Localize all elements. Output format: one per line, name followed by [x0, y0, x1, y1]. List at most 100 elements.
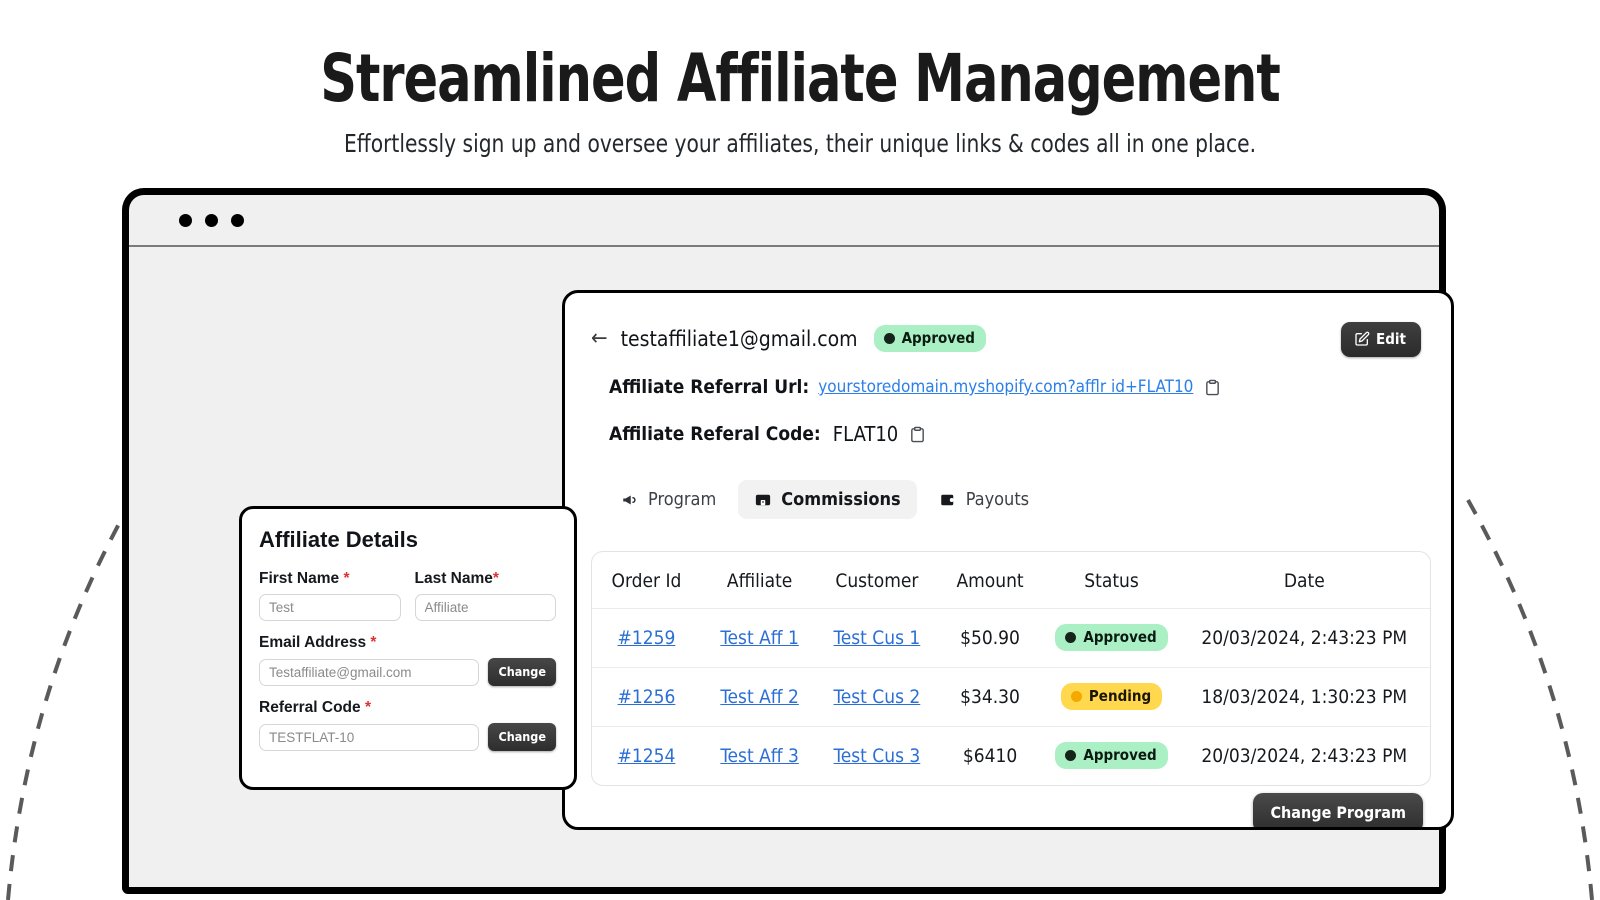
window-dot-2[interactable] [205, 214, 218, 227]
edit-button-label: Edit [1376, 330, 1406, 348]
email-input-row: Change [259, 658, 556, 686]
affiliate-link[interactable]: Test Aff 3 [720, 745, 799, 767]
required-asterisk: * [370, 634, 376, 651]
required-asterisk: * [493, 570, 499, 587]
copy-url-icon[interactable] [1204, 379, 1221, 396]
customer-link[interactable]: Test Cus 3 [834, 745, 921, 767]
affiliate-link[interactable]: Test Aff 2 [720, 686, 799, 708]
cell-amount: $34.30 [936, 668, 1045, 727]
row-status-badge: Approved [1055, 742, 1167, 769]
table-row: #1259 Test Aff 1 Test Cus 1 $50.90 Appro… [592, 609, 1430, 668]
referral-code-field-label: Referral Code * [259, 699, 556, 717]
affiliate-tabs: Program Commissions Payouts [565, 480, 1451, 519]
cell-order-id: #1259 [592, 609, 701, 668]
row-status-badge: Approved [1055, 624, 1167, 651]
cell-customer: Test Cus 3 [818, 727, 935, 786]
required-asterisk: * [343, 570, 349, 587]
cell-status: Approved [1045, 609, 1179, 668]
edit-button[interactable]: Edit [1341, 322, 1421, 357]
affiliate-detail-card: ← testaffiliate1@gmail.com Approved Edit… [562, 290, 1454, 830]
affiliate-details-form-card: Affiliate Details First Name * Last Name… [239, 506, 577, 790]
table-body: #1259 Test Aff 1 Test Cus 1 $50.90 Appro… [592, 609, 1430, 786]
email-change-button[interactable]: Change [488, 658, 556, 686]
required-asterisk: * [365, 699, 371, 716]
col-header-order-id: Order Id [592, 552, 701, 609]
tab-payouts-label: Payouts [966, 489, 1029, 510]
col-header-date: Date [1179, 552, 1430, 609]
referral-url-link[interactable]: yourstoredomain.myshopify.com?afflr id+F… [818, 377, 1193, 397]
status-dot-icon [1071, 691, 1082, 702]
commissions-table: Order Id Affiliate Customer Amount Statu… [592, 552, 1430, 785]
email-input[interactable] [259, 659, 479, 686]
first-name-field-group: First Name * [259, 570, 401, 621]
col-header-amount: Amount [936, 552, 1045, 609]
customer-link[interactable]: Test Cus 2 [834, 686, 921, 708]
tab-commissions[interactable]: Commissions [738, 480, 916, 519]
order-id-link[interactable]: #1259 [618, 627, 676, 649]
order-id-link[interactable]: #1256 [618, 686, 676, 708]
cell-amount: $50.90 [936, 609, 1045, 668]
referral-code-input[interactable] [259, 724, 479, 751]
copy-code-icon[interactable] [909, 426, 926, 443]
table-header-row: Order Id Affiliate Customer Amount Statu… [592, 552, 1430, 609]
affiliate-email: testaffiliate1@gmail.com [621, 327, 858, 351]
col-header-customer: Customer [818, 552, 935, 609]
cell-status: Approved [1045, 727, 1179, 786]
referral-code-field-group: Referral Code * Change [259, 699, 556, 751]
first-name-label: First Name * [259, 570, 401, 588]
affiliate-status-badge-wrap: Approved [874, 325, 986, 352]
tab-program[interactable]: Program [605, 480, 732, 519]
email-field-group: Email Address * Change [259, 634, 556, 686]
status-badge: Approved [874, 325, 986, 352]
browser-titlebar [129, 195, 1439, 247]
tab-commissions-label: Commissions [781, 489, 900, 510]
cell-date: 20/03/2024, 2:43:23 PM [1179, 609, 1430, 668]
cell-date: 18/03/2024, 1:30:23 PM [1179, 668, 1430, 727]
customer-link[interactable]: Test Cus 1 [834, 627, 921, 649]
window-dot-1[interactable] [179, 214, 192, 227]
affiliate-link[interactable]: Test Aff 1 [720, 627, 799, 649]
cell-affiliate: Test Aff 1 [701, 609, 818, 668]
col-header-status: Status [1045, 552, 1179, 609]
tab-payouts[interactable]: Payouts [923, 480, 1045, 519]
email-label: Email Address * [259, 634, 556, 652]
referral-code-value: FLAT10 [833, 422, 898, 446]
referral-code-input-row: Change [259, 723, 556, 751]
affiliate-card-header: ← testaffiliate1@gmail.com Approved [565, 293, 1451, 352]
megaphone-icon [621, 491, 639, 509]
cell-affiliate: Test Aff 2 [701, 668, 818, 727]
referral-url-label: Affiliate Referral Url: [609, 376, 809, 398]
wallet-icon [939, 491, 957, 509]
order-id-link[interactable]: #1254 [618, 745, 676, 767]
referral-code-change-button[interactable]: Change [488, 723, 556, 751]
cell-customer: Test Cus 1 [818, 609, 935, 668]
status-dot-icon [1065, 632, 1076, 643]
name-fields-row: First Name * Last Name* [259, 570, 556, 621]
row-status-label: Approved [1083, 746, 1156, 764]
back-arrow-icon[interactable]: ← [591, 328, 608, 350]
referral-code-label: Affiliate Referal Code: [609, 423, 821, 445]
commissions-table-container: Order Id Affiliate Customer Amount Statu… [591, 551, 1431, 786]
cell-order-id: #1256 [592, 668, 701, 727]
page-title: Streamlined Affiliate Management [112, 0, 1488, 113]
cell-date: 20/03/2024, 2:43:23 PM [1179, 727, 1430, 786]
cell-customer: Test Cus 2 [818, 668, 935, 727]
row-status-badge: Pending [1061, 683, 1162, 710]
status-badge-label: Approved [902, 329, 975, 347]
form-title: Affiliate Details [259, 527, 556, 553]
last-name-label: Last Name* [415, 570, 557, 588]
window-dot-3[interactable] [231, 214, 244, 227]
change-program-button[interactable]: Change Program [1253, 793, 1423, 830]
col-header-affiliate: Affiliate [701, 552, 818, 609]
referral-code-row: Affiliate Referal Code: FLAT10 [565, 422, 1451, 446]
page-subtitle: Effortlessly sign up and oversee your af… [80, 113, 1520, 158]
cell-order-id: #1254 [592, 727, 701, 786]
row-status-label: Pending [1089, 687, 1151, 705]
referral-url-row: Affiliate Referral Url: yourstoredomain.… [565, 376, 1451, 398]
last-name-input[interactable] [415, 594, 557, 621]
hero-section: Streamlined Affiliate Management Effortl… [0, 0, 1600, 158]
table-row: #1256 Test Aff 2 Test Cus 2 $34.30 Pendi… [592, 668, 1430, 727]
status-dot-icon [884, 333, 895, 344]
table-header: Order Id Affiliate Customer Amount Statu… [592, 552, 1430, 609]
first-name-input[interactable] [259, 594, 401, 621]
